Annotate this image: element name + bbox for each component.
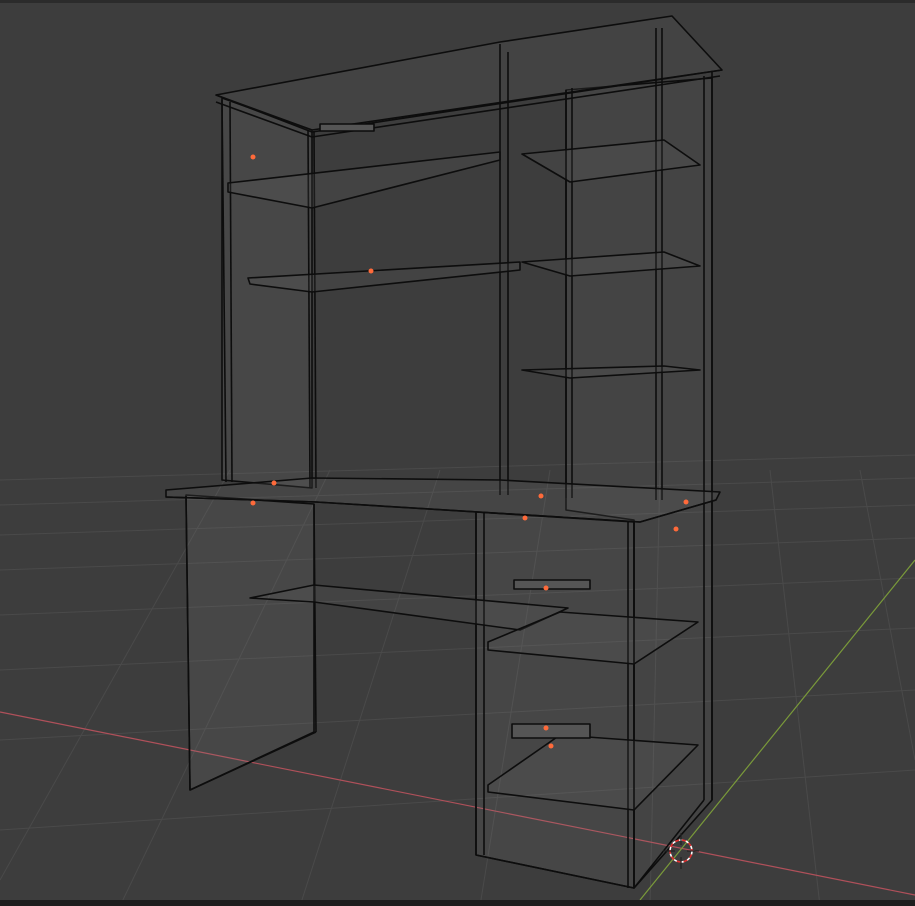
viewport-bottom-border [0, 900, 915, 906]
drawer-upper-handle[interactable] [513, 579, 591, 590]
left-side-panel[interactable] [221, 97, 313, 489]
3d-viewport[interactable] [0, 0, 915, 906]
drawer-lower-handle[interactable] [511, 723, 591, 739]
desk-object[interactable] [165, 15, 723, 889]
x-axis-line [0, 711, 915, 896]
floor-grid [0, 454, 915, 906]
desk-left-leg-panel[interactable] [185, 494, 315, 791]
top-handle[interactable] [319, 123, 375, 132]
drawer-unit-panel[interactable] [475, 511, 635, 889]
viewport-canvas[interactable] [0, 0, 915, 906]
